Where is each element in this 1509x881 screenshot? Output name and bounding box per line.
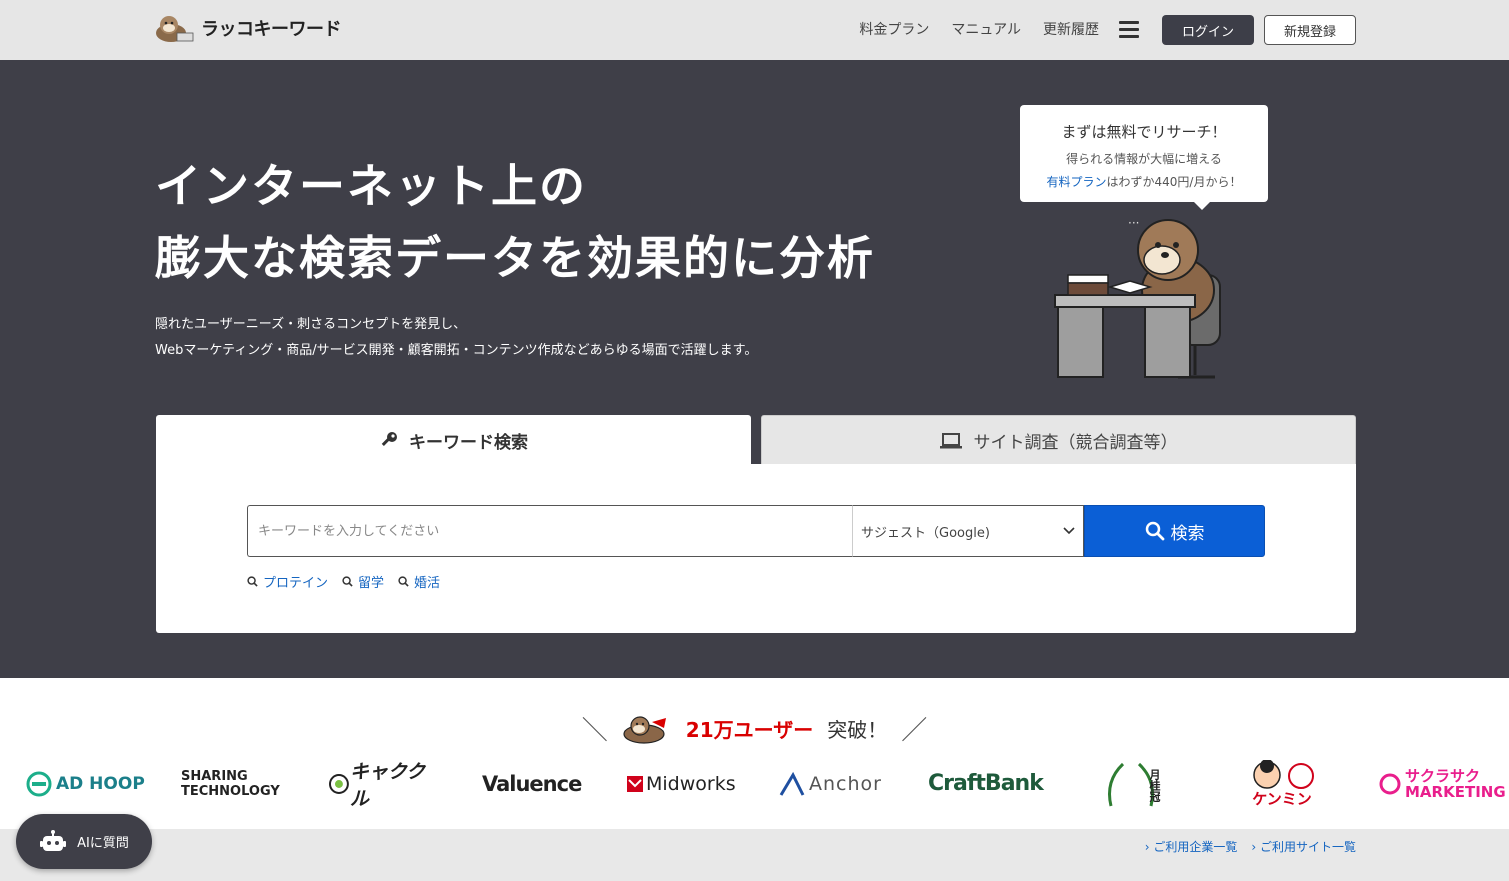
client-companies-link[interactable]: › ご利用企業一覧 — [1145, 838, 1238, 855]
hero-section: インターネット上の 膨大な検索データを効果的に分析 隠れたユーザーニーズ・刺さる… — [0, 60, 1509, 678]
header-nav: 料金プラン マニュアル 更新履歴 — [859, 19, 1099, 39]
client-name: ケンミン — [1252, 789, 1312, 808]
tab-site-label: サイト調査（競合調査等） — [973, 433, 1178, 453]
search-button-label: 検索 — [1170, 523, 1205, 544]
otter-at-desk-illustration: ··· — [1054, 216, 1221, 379]
search-icon — [247, 576, 258, 587]
signup-button[interactable]: 新規登録 — [1264, 15, 1356, 45]
bubble-text: 得られる情報が大幅に増える — [1066, 152, 1222, 166]
client-logo: 月桂冠 — [1100, 756, 1162, 811]
hero-title: インターネット上の 膨大な検索データを効果的に分析 — [155, 150, 875, 294]
paid-plan-link[interactable]: 有料プラン — [1047, 175, 1107, 189]
kyakukuru-logo-icon — [328, 773, 349, 794]
svg-text:···: ··· — [1128, 216, 1139, 230]
client-name: サクラサク MARKETING — [1405, 766, 1506, 801]
user-count-suffix: 突破！ — [827, 718, 888, 742]
client-sites-link[interactable]: › ご利用サイト一覧 — [1251, 838, 1356, 855]
hero-title-line2: 膨大な検索データを効果的に分析 — [155, 231, 875, 285]
client-logo: サクラサク MARKETING — [1378, 756, 1506, 811]
hero-sub-line1: 隠れたユーザーニーズ・刺さるコンセプトを発見し、 — [155, 317, 467, 332]
tab-keyword-search[interactable]: キーワード検索 — [156, 415, 751, 465]
ai-chat-label: AIに質問 — [77, 836, 129, 851]
search-icon — [398, 576, 409, 587]
chevron-down-icon — [1063, 527, 1075, 535]
bubble-price-text: 有料プランはわずか440円/月から！ — [1020, 173, 1268, 190]
anchor-logo-icon — [779, 771, 805, 796]
bubble-price: はわずか440円/月から！ — [1106, 175, 1242, 189]
promo-speech-bubble: まずは無料でリサーチ！ 得られる情報が大幅に増える 有料プランはわずか440円/… — [1020, 105, 1268, 210]
hero-sub-line2: Webマーケティング・商品/サービス開発・顧客開拓・コンテンツ作成などあらゆる場… — [155, 343, 758, 358]
source-select-value: サジェスト（Google) — [861, 525, 990, 541]
link-label: ご利用サイト一覧 — [1259, 840, 1356, 854]
client-logo: Anchor — [779, 756, 889, 811]
client-logo: ケンミン — [1247, 756, 1317, 811]
users-section: ＼ 21万ユーザー 突破！ ／ AD HOOP SHARING TECHNOLO… — [0, 678, 1509, 829]
otter-mascot-icon — [623, 715, 666, 744]
logo-text: ラッコキーワード — [201, 19, 342, 40]
hero-title-line1: インターネット上の — [155, 159, 587, 213]
ai-chat-button[interactable]: AIに質問 — [16, 814, 152, 869]
nav-manual[interactable]: マニュアル — [951, 19, 1021, 39]
sakurasaku-logo-icon — [1379, 773, 1401, 794]
link-label: ご利用企業一覧 — [1153, 840, 1238, 854]
suggested-keywords: プロテイン 留学 婚活 — [247, 572, 440, 591]
suggestion-link[interactable]: プロテイン — [247, 572, 328, 591]
login-button[interactable]: ログイン — [1162, 15, 1254, 45]
hamburger-menu-icon[interactable] — [1119, 21, 1139, 38]
client-name: Midworks — [646, 772, 736, 795]
keyword-input[interactable] — [247, 505, 852, 557]
client-name: 月桂冠 — [1148, 768, 1161, 802]
suggestion-label: 留学 — [358, 576, 385, 591]
search-form: サジェスト（Google) 検索 — [247, 505, 1265, 557]
client-name: キャククル — [349, 760, 426, 810]
top-header: ラッコキーワード 料金プラン マニュアル 更新履歴 ログイン 新規登録 — [0, 0, 1509, 60]
suggestion-link[interactable]: 留学 — [342, 572, 384, 591]
client-name: AD HOOP — [56, 773, 145, 794]
client-name: Anchor — [809, 772, 882, 795]
suggestion-label: プロテイン — [263, 576, 329, 591]
search-icon — [342, 576, 353, 587]
client-logo: SHARING TECHNOLOGY — [181, 756, 291, 811]
robot-icon — [40, 829, 67, 851]
kenmin-mascot-icon — [1253, 759, 1314, 789]
client-logos: AD HOOP SHARING TECHNOLOGY キャククル Valuenc… — [0, 756, 1509, 811]
search-icon — [1145, 521, 1164, 541]
client-name: Valuence — [482, 771, 582, 796]
adhoop-logo-icon — [26, 771, 52, 796]
key-icon — [381, 432, 397, 446]
source-select[interactable]: サジェスト（Google) — [852, 505, 1084, 557]
midworks-logo-icon — [627, 775, 643, 792]
client-name: SHARING TECHNOLOGY — [181, 768, 280, 799]
nav-changelog[interactable]: 更新履歴 — [1043, 19, 1099, 39]
client-logo: キャククル — [328, 756, 443, 811]
search-button[interactable]: 検索 — [1084, 505, 1265, 557]
bottom-links: › ご利用企業一覧 › ご利用サイト一覧 — [1145, 838, 1356, 855]
suggestion-label: 婚活 — [414, 576, 441, 591]
users-headline: ＼ 21万ユーザー 突破！ ／ — [0, 710, 1509, 747]
client-logo: AD HOOP — [26, 756, 146, 811]
client-logo: Midworks — [627, 756, 742, 811]
search-card: サジェスト（Google) 検索 プロテイン 留学 婚活 — [156, 464, 1356, 633]
suggestion-link[interactable]: 婚活 — [398, 572, 440, 591]
client-name: CraftBank — [928, 771, 1044, 796]
hero-subtitle: 隠れたユーザーニーズ・刺さるコンセプトを発見し、 Webマーケティング・商品/サ… — [155, 312, 757, 364]
tab-site-research[interactable]: サイト調査（競合調査等） — [761, 415, 1356, 465]
client-logo: Valuence — [482, 756, 587, 811]
site-logo[interactable]: ラッコキーワード — [155, 13, 342, 43]
tab-keyword-label: キーワード検索 — [409, 432, 528, 453]
client-logo: CraftBank — [928, 756, 1044, 811]
laptop-icon — [939, 432, 962, 448]
nav-pricing[interactable]: 料金プラン — [859, 19, 929, 39]
user-count: 21万ユーザー — [685, 718, 814, 742]
otter-logo-icon — [156, 16, 194, 42]
bubble-headline: まずは無料でリサーチ！ — [1061, 123, 1227, 141]
